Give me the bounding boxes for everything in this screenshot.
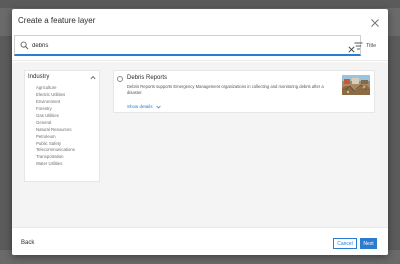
sort-label: Title [366,43,377,49]
search-box [14,35,361,56]
select-radio[interactable] [117,76,123,82]
filter-item-natural-resources[interactable]: Natural Resources [36,127,75,134]
dialog-footer: Back Cancel Next [12,227,388,255]
back-button[interactable]: Back [21,240,34,246]
sort-icon [354,42,363,50]
filter-item-agriculture[interactable]: Agriculture [36,85,75,92]
debris-thumbnail-image [342,75,370,95]
result-description: Debris Reports supports Emergency Manage… [127,84,324,95]
filter-item-gas-utilities[interactable]: Gas Utilities [36,113,75,120]
filter-item-environment[interactable]: Environment [36,99,75,106]
filter-item-transportation[interactable]: Transportation [36,154,75,161]
show-details-link[interactable]: Show details [127,104,161,109]
search-input[interactable] [32,39,332,52]
industry-filter-list: Agriculture Electric Utilities Environme… [36,85,75,168]
result-thumbnail [342,75,370,95]
filter-item-general[interactable]: General [36,120,75,127]
industry-filter-panel: Industry Agriculture Electric Utilities … [24,70,100,182]
filter-item-petroleum[interactable]: Petroleum [36,134,75,141]
industry-filter-header[interactable]: Industry [28,73,96,83]
filter-item-electric-utilities[interactable]: Electric Utilities [36,92,75,99]
search-icon [20,41,29,50]
filter-item-forestry[interactable]: Forestry [36,106,75,113]
next-button[interactable]: Next [360,238,377,249]
filter-item-telecommunications[interactable]: Telecommunications [36,147,75,154]
dialog-title: Create a feature layer [18,16,96,25]
chevron-up-icon [90,75,96,80]
show-details-label: Show details [127,104,153,109]
cancel-button[interactable]: Cancel [333,238,357,249]
result-title: Debris Reports [127,75,168,81]
filter-item-public-safety[interactable]: Public Safety [36,141,75,148]
results-area: Industry Agriculture Electric Utilities … [12,62,388,227]
dialog-header: Create a feature layer [12,9,388,33]
filter-item-water-utilities[interactable]: Water Utilities [36,161,75,168]
create-feature-layer-dialog: Create a feature layer Title [12,9,388,255]
sort-button[interactable]: Title [354,39,376,53]
filter-title: Industry [28,74,50,80]
close-button[interactable] [370,15,380,27]
result-card-debris-reports[interactable]: Debris Reports Debris Reports supports E… [113,70,375,113]
close-icon [371,19,379,27]
chevron-down-icon [155,105,161,109]
search-row: Title [12,33,388,61]
